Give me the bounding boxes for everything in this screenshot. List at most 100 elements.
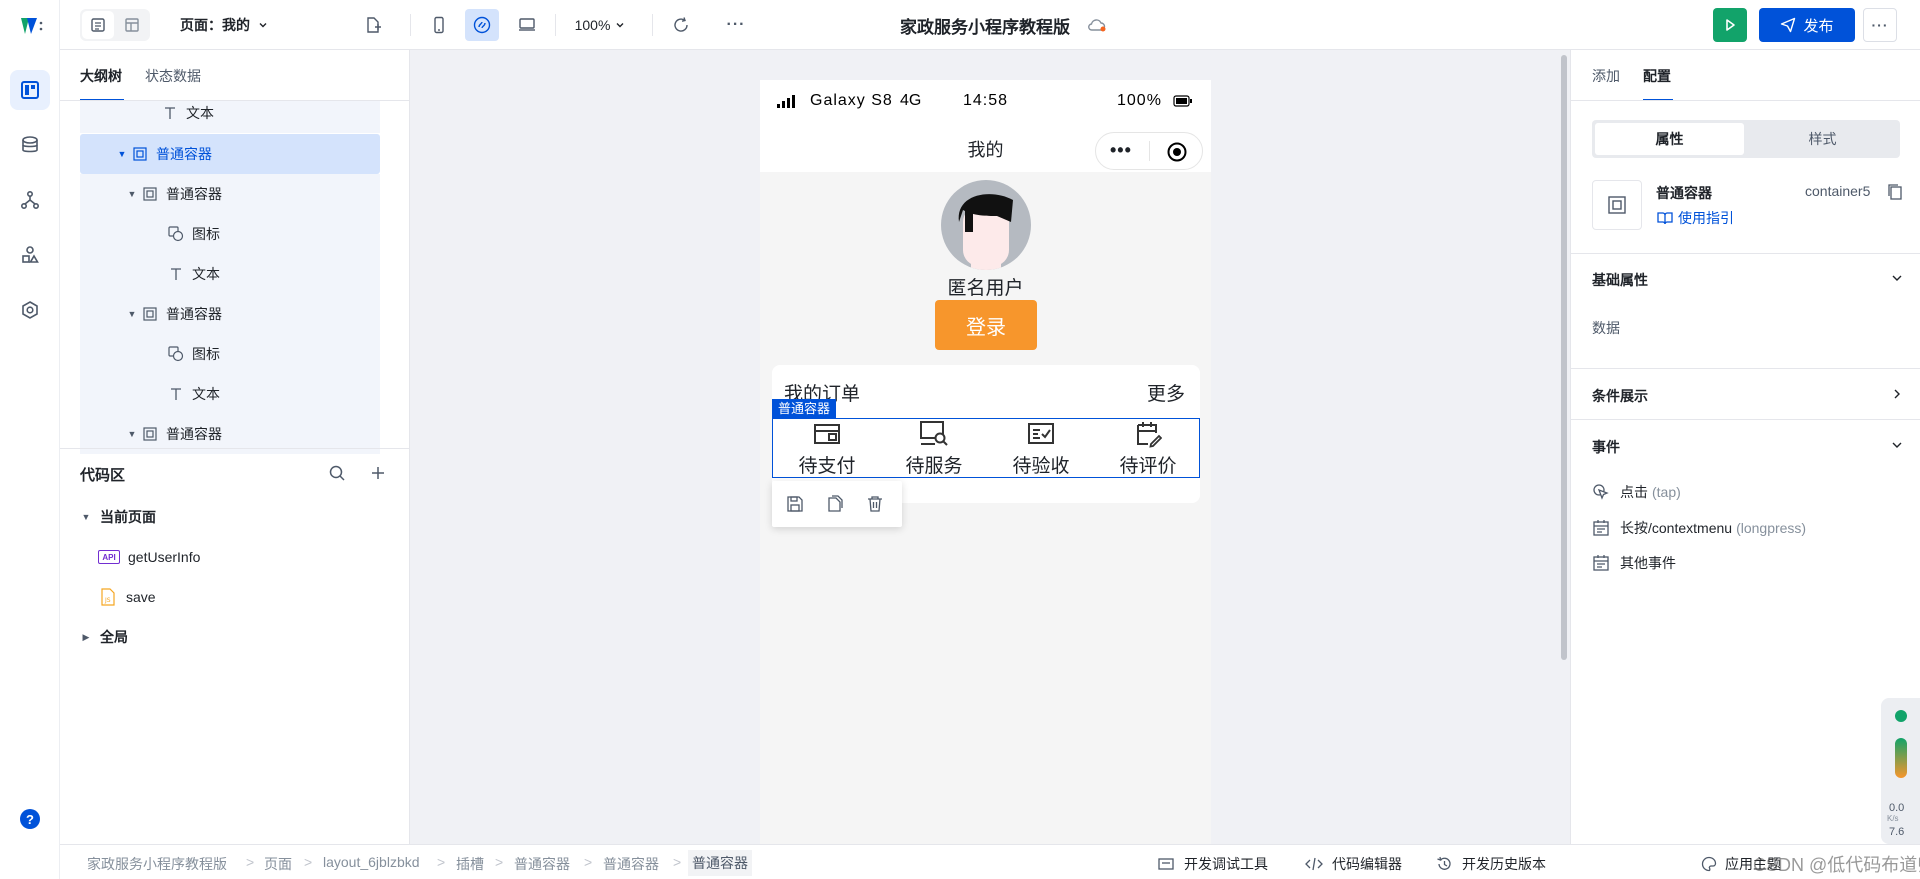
copy-icon[interactable] (826, 495, 844, 513)
desktop-device-icon[interactable] (510, 9, 544, 41)
breadcrumb-item[interactable]: 插槽 (456, 854, 484, 874)
event-longpress[interactable]: 长按/contextmenu (longpress) (1592, 516, 1806, 540)
review-edit-icon (1107, 419, 1189, 449)
code-item-save[interactable]: JS save (100, 582, 156, 612)
canvas-scrollbar[interactable] (1561, 55, 1567, 660)
tree-node-container[interactable]: ▼ 普通容器 (80, 294, 380, 334)
chevron-down-icon[interactable] (1891, 272, 1903, 284)
tree-node-icon[interactable]: 图标 (80, 334, 380, 374)
tab-outline[interactable]: 大纲树 (80, 66, 122, 86)
tree-node-container-selected[interactable]: ▼ 普通容器 (80, 134, 380, 174)
order-item-pending-payment[interactable]: 待支付 (786, 419, 868, 478)
network-text: 4G (900, 92, 922, 109)
time-text: 14:58 (963, 92, 1009, 109)
copy-icon[interactable] (1887, 183, 1903, 201)
add-page-icon[interactable] (357, 9, 389, 41)
page-selector[interactable]: 页面：我的 (180, 9, 290, 41)
chevron-right-icon[interactable] (1891, 388, 1903, 400)
page-list-icon[interactable] (82, 11, 114, 39)
tree-node-container[interactable]: ▼ 普通容器 (80, 174, 380, 214)
breadcrumb-separator: > (495, 854, 504, 870)
outline-tree: 文本 ▼ 普通容器 ▼ 普通容器 图标 文本 ▼ 普通容器 图标 文本 ▼ 普通… (60, 101, 410, 498)
components-icon[interactable] (10, 235, 50, 275)
run-preview-button[interactable] (1713, 8, 1747, 42)
mobile-device-icon[interactable] (422, 9, 456, 41)
order-item-pending-service[interactable]: 待服务 (893, 419, 975, 478)
events-title[interactable]: 事件 (1592, 437, 1620, 457)
history-button[interactable]: 开发历史版本 (1436, 854, 1546, 874)
devtools-label: 开发调试工具 (1184, 856, 1268, 872)
more-menu-icon[interactable]: ··· (720, 9, 752, 41)
delete-icon[interactable] (866, 495, 884, 513)
search-icon[interactable] (328, 464, 346, 482)
publish-button[interactable]: 发布 (1759, 8, 1855, 42)
container-icon (132, 146, 148, 162)
capsule-more-icon[interactable]: ••• (1110, 141, 1132, 159)
breadcrumb-item[interactable]: 普通容器 (514, 854, 570, 874)
tree-node-icon[interactable]: 图标 (80, 214, 380, 254)
conditional-display-title[interactable]: 条件展示 (1592, 386, 1648, 406)
zoom-select[interactable]: 100% (570, 9, 630, 41)
settings-hex-icon[interactable] (10, 290, 50, 330)
refresh-icon[interactable] (665, 9, 697, 41)
page-selector-label: 页面：我的 (180, 17, 250, 33)
app-logo[interactable] (18, 14, 44, 38)
icon-component-icon (168, 346, 184, 362)
breadcrumb-item[interactable]: 页面 (264, 854, 292, 874)
caret-right-icon: ▶ (82, 631, 90, 642)
miniprogram-capsule[interactable]: ••• (1095, 132, 1203, 170)
selection-tag: 普通容器 (772, 399, 837, 418)
code-global[interactable]: ▶ 全局 (80, 622, 128, 652)
code-current-page[interactable]: ▼ 当前页面 (80, 502, 156, 532)
event-tap[interactable]: 点击 (tap) (1592, 480, 1681, 504)
basic-props-title[interactable]: 基础属性 (1592, 270, 1648, 290)
tree-node-text[interactable]: 文本 (80, 101, 380, 133)
carrier-text: Galaxy S8 (810, 92, 893, 109)
text-icon (162, 105, 178, 121)
order-item-pending-acceptance[interactable]: 待验收 (1000, 419, 1082, 478)
usage-guide-link[interactable]: 使用指引 (1657, 208, 1734, 228)
database-icon[interactable] (10, 125, 50, 165)
current-page-label: 当前页面 (100, 509, 156, 525)
calendar-icon (1592, 554, 1610, 572)
breadcrumb-item[interactable]: layout_6jblzbkd (323, 854, 420, 870)
add-icon[interactable] (369, 464, 387, 482)
more-actions-button[interactable]: ··· (1863, 8, 1897, 42)
left-panel: 大纲树 状态数据 文本 ▼ 普通容器 ▼ 普通容器 图标 文本 ▼ 普通容器 图… (60, 50, 410, 844)
tree-node-label: 文本 (186, 105, 214, 121)
tab-config[interactable]: 配置 (1643, 66, 1671, 86)
tree-node-text[interactable]: 文本 (80, 254, 380, 294)
chevron-down-icon (258, 20, 268, 30)
code-editor-button[interactable]: 代码编辑器 (1305, 854, 1402, 874)
outline-nav-icon[interactable] (10, 70, 50, 110)
login-button[interactable]: 登录 (935, 300, 1037, 350)
breadcrumb-current[interactable]: 普通容器 (688, 850, 752, 876)
workflow-icon[interactable] (10, 180, 50, 220)
devtools-button[interactable]: 开发调试工具 (1158, 854, 1268, 874)
breadcrumb-item[interactable]: 普通容器 (603, 854, 659, 874)
chevron-down-icon[interactable] (1891, 439, 1903, 451)
code-item-getuserinfo[interactable]: API getUserInfo (98, 542, 200, 572)
load-meter (1895, 738, 1907, 778)
code-item-label: save (126, 589, 156, 605)
miniprogram-device-icon[interactable] (465, 9, 499, 41)
cloud-sync-icon[interactable] (1082, 9, 1112, 41)
tree-node-label: 文本 (192, 386, 220, 402)
tab-state-data[interactable]: 状态数据 (145, 66, 201, 86)
capsule-close-icon[interactable] (1166, 141, 1188, 163)
breadcrumb-item[interactable]: 家政服务小程序教程版 (87, 854, 227, 874)
layout-icon[interactable] (116, 9, 148, 41)
help-icon[interactable]: ? (20, 809, 40, 829)
save-icon[interactable] (786, 495, 804, 513)
tree-node-text[interactable]: 文本 (80, 374, 380, 414)
performance-widget[interactable]: 0.0 K/s 7.6 (1881, 698, 1920, 844)
tab-add[interactable]: 添加 (1592, 66, 1620, 86)
segment-styles[interactable]: 样式 (1748, 123, 1897, 155)
tap-icon (1592, 483, 1610, 501)
caret-down-icon: ▼ (117, 149, 127, 159)
perf-value: 0.0 (1889, 802, 1905, 814)
segment-properties[interactable]: 属性 (1595, 123, 1744, 155)
event-other[interactable]: 其他事件 (1592, 551, 1676, 575)
orders-more-link[interactable]: 更多 (1147, 379, 1185, 406)
order-item-pending-review[interactable]: 待评价 (1107, 419, 1189, 478)
